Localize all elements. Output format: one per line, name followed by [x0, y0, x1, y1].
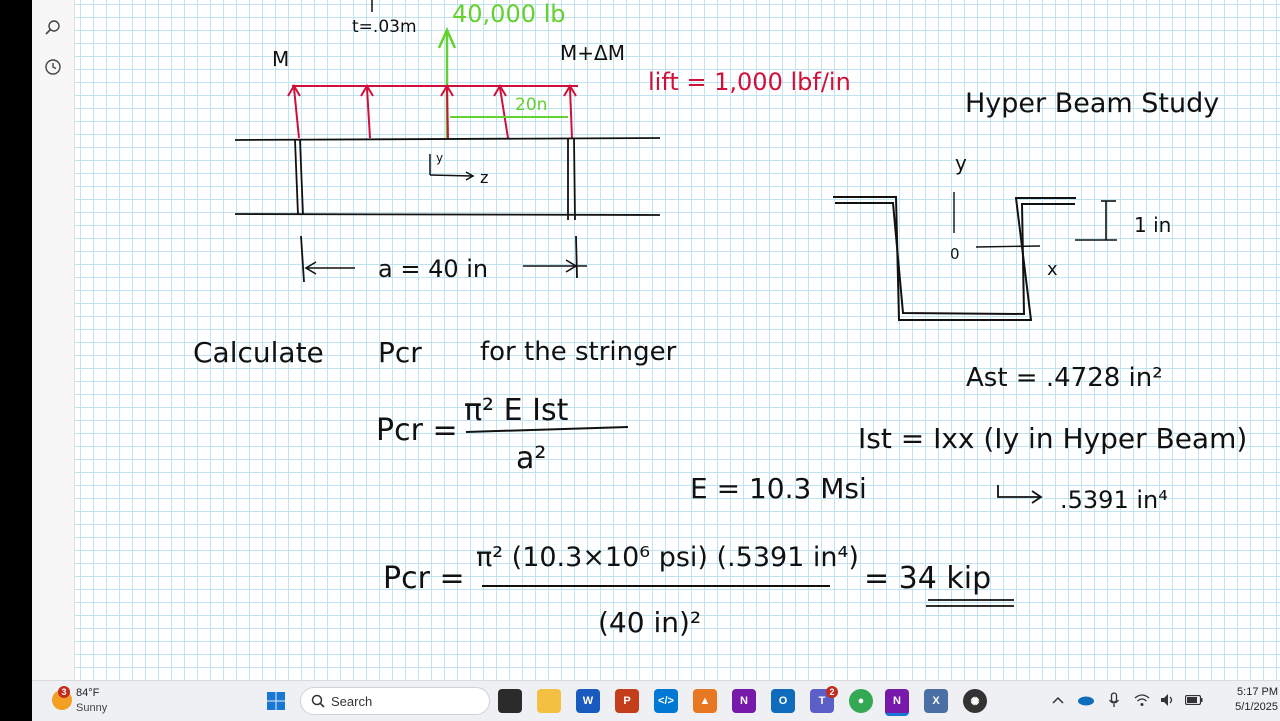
chrome-icon[interactable]: ● [849, 689, 873, 713]
inertia-value: .5391 in⁴ [1060, 486, 1168, 514]
search-icon[interactable] [41, 16, 65, 40]
recent-history-icon[interactable] [41, 55, 65, 79]
battery-icon[interactable] [1185, 691, 1203, 709]
diagram-z-axis [429, 174, 473, 177]
weather-badge: 3 [58, 686, 70, 698]
chatgpt-icon[interactable]: ✺ [963, 689, 987, 713]
inertia-equation: Ist = Ixx (Iy in Hyper Beam) [858, 422, 1247, 455]
section-x-label: x [1047, 259, 1058, 280]
length-label: a = 40 in [378, 255, 488, 283]
moment-left-label: M [272, 47, 289, 71]
section-y-label: y [955, 151, 967, 175]
teams-badge: 2 [826, 686, 838, 698]
beam-top-edge [234, 137, 661, 141]
windows-icon [267, 692, 285, 710]
teams-icon[interactable]: T 2 [810, 686, 838, 713]
substitution-lhs: Pcr = [383, 561, 465, 596]
formula-denominator: a² [516, 441, 546, 476]
taskbar-search[interactable]: Search [300, 687, 490, 715]
volume-icon[interactable] [1159, 691, 1177, 709]
diagram-z-label: z [480, 168, 488, 187]
formula-numerator: π² E Ist [464, 393, 569, 428]
beam-ribs [294, 137, 576, 221]
substitution-denominator: (40 in)² [598, 606, 701, 639]
search-placeholder: Search [331, 693, 373, 709]
onenote-active-icon[interactable]: N [885, 689, 909, 716]
note-canvas[interactable]: t=.03m 40,000 lb M M+ΔM 20n lift = 1,000… [75, 0, 1280, 680]
notes-side-toolbar [32, 0, 75, 680]
thickness-label: t=.03m [352, 17, 417, 37]
spacing-label: 20n [515, 95, 547, 115]
left-edge-bar [0, 0, 32, 680]
powerpoint-icon[interactable]: P [615, 689, 639, 713]
task-view-icon[interactable] [498, 689, 522, 713]
onedrive-icon[interactable] [1077, 691, 1095, 709]
outlook-icon[interactable]: O [771, 689, 795, 713]
load-label: 40,000 lb [452, 0, 566, 28]
clock[interactable]: 5:17 PM 5/1/2025 [1235, 685, 1278, 715]
taskbar: 3 84°F Sunny Search W P </> ▲ N O T 2 ● … [32, 680, 1280, 721]
pcr-text: Pcr [378, 336, 422, 369]
handwritten-ink-layer: t=.03m 40,000 lb M M+ΔM 20n lift = 1,000… [193, 0, 1247, 639]
wifi-icon[interactable] [1133, 691, 1151, 709]
weather-temp: 84°F [76, 687, 100, 699]
matlab-icon[interactable]: ▲ [693, 689, 717, 713]
app-icon[interactable]: X [924, 689, 948, 713]
length-tick-left [300, 235, 305, 283]
weather-widget[interactable]: 3 84°F Sunny [48, 684, 138, 718]
lift-label: lift = 1,000 lbf/in [648, 68, 851, 96]
onenote-icon[interactable]: N [732, 689, 756, 713]
section-origin-label: 0 [950, 245, 960, 263]
file-explorer-icon[interactable] [537, 689, 561, 713]
area-label: Ast = .4728 in² [966, 363, 1163, 393]
word-icon[interactable]: W [576, 689, 600, 713]
weather-condition: Sunny [76, 702, 108, 714]
moment-right-label: M+ΔM [560, 41, 625, 65]
for-stringer-text: for the stringer [480, 337, 677, 367]
calculate-text: Calculate [193, 336, 324, 369]
diagram-y-label: y [436, 151, 443, 165]
result-value: = 34 kip [864, 561, 991, 596]
section-x-axis [975, 245, 1041, 248]
microphone-icon[interactable] [1105, 691, 1123, 709]
formula-lhs: Pcr = [376, 413, 458, 448]
clock-time: 5:17 PM [1237, 686, 1278, 698]
substitution-numerator: π² (10.3×10⁶ psi) (.5391 in⁴) [476, 542, 859, 573]
clock-date: 5/1/2025 [1235, 701, 1278, 713]
start-button[interactable] [264, 689, 288, 713]
height-label: 1 in [1134, 213, 1171, 237]
length-tick-right [575, 235, 578, 279]
inertia-arrow [997, 485, 1040, 498]
beam-study-title: Hyper Beam Study [965, 88, 1219, 119]
modulus-label: E = 10.3 Msi [690, 472, 867, 505]
search-icon [311, 694, 325, 708]
chevron-up-icon[interactable] [1049, 691, 1067, 709]
vscode-icon[interactable]: </> [654, 689, 678, 713]
